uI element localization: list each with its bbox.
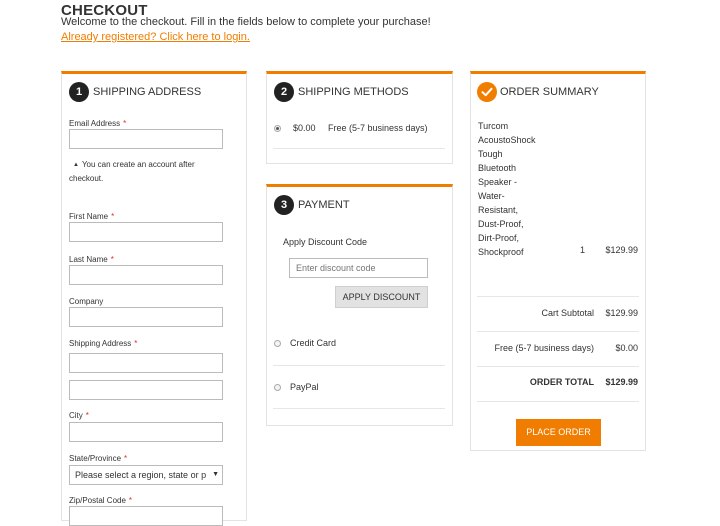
place-order-button[interactable]: PLACE ORDER <box>516 419 601 446</box>
state-select-value: Please select a region, state or p <box>75 470 207 480</box>
step-2-badge: 2 <box>274 82 294 102</box>
order-summary-panel: ORDER SUMMARY Turcom AcoustoShock Tough … <box>470 71 646 451</box>
caret-up-icon: ▲ <box>73 162 79 168</box>
first-name-field[interactable] <box>69 222 223 242</box>
order-total-value: $129.99 <box>605 377 638 387</box>
zip-label: Zip/Postal Code * <box>69 496 133 505</box>
order-total-label: ORDER TOTAL <box>529 377 594 387</box>
shipping-method-price: $0.00 <box>293 123 316 133</box>
company-label: Company <box>69 297 104 306</box>
divider <box>273 408 445 409</box>
login-link[interactable]: Already registered? Click here to login. <box>61 31 250 43</box>
email-field[interactable] <box>69 129 223 149</box>
credit-card-radio[interactable] <box>274 340 281 347</box>
city-field[interactable] <box>69 422 223 442</box>
divider <box>273 148 445 149</box>
order-summary-title: ORDER SUMMARY <box>500 86 599 98</box>
divider <box>477 366 639 367</box>
cart-subtotal-value: $129.99 <box>605 308 638 318</box>
payment-title: PAYMENT <box>298 199 350 211</box>
last-name-label: Last Name * <box>69 255 114 264</box>
credit-card-label[interactable]: Credit Card <box>290 338 336 348</box>
item-price: $129.99 <box>605 245 638 255</box>
apply-discount-button[interactable]: APPLY DISCOUNT <box>335 286 428 308</box>
shipping-methods-title: SHIPPING METHODS <box>298 86 409 98</box>
step-1-badge: 1 <box>69 82 89 102</box>
state-select[interactable]: Please select a region, state or p ▼ <box>69 465 223 485</box>
shipping-cost-label: Free (5-7 business days) <box>494 343 594 353</box>
city-label: City * <box>69 411 89 420</box>
first-name-label: First Name * <box>69 212 115 221</box>
state-label: State/Province * <box>69 454 128 463</box>
item-qty: 1 <box>580 245 586 255</box>
shipping-method-label: Free (5-7 business days) <box>328 123 428 133</box>
shipping-address-title: SHIPPING ADDRESS <box>93 86 202 98</box>
payment-panel: 3 PAYMENT Apply Discount Code APPLY DISC… <box>266 184 453 426</box>
checkmark-icon <box>477 82 497 102</box>
divider <box>477 331 639 332</box>
company-field[interactable] <box>69 307 223 327</box>
cart-subtotal-label: Cart Subtotal <box>541 308 594 318</box>
dropdown-arrow-icon: ▼ <box>212 471 219 478</box>
discount-label: Apply Discount Code <box>283 237 368 247</box>
street-line-2-field[interactable] <box>69 380 223 400</box>
shipping-cost-value: $0.00 <box>615 343 638 353</box>
shipping-method-radio[interactable] <box>274 125 281 132</box>
zip-field[interactable] <box>69 506 223 526</box>
shipping-address-label: Shipping Address * <box>69 339 138 348</box>
divider <box>477 401 639 402</box>
last-name-field[interactable] <box>69 265 223 285</box>
item-name: Turcom AcoustoShock Tough Bluetooth Spea… <box>478 121 536 257</box>
paypal-label[interactable]: PayPal <box>290 382 319 392</box>
welcome-text: Welcome to the checkout. Fill in the fie… <box>61 16 431 28</box>
street-line-1-field[interactable] <box>69 353 223 373</box>
divider <box>477 296 639 297</box>
discount-code-input[interactable] <box>289 258 428 278</box>
required-mark: * <box>123 119 127 128</box>
email-label: Email Address * <box>69 119 127 128</box>
step-3-badge: 3 <box>274 195 294 215</box>
account-hint: ▲ You can create an account after checkou… <box>69 160 195 183</box>
paypal-radio[interactable] <box>274 384 281 391</box>
shipping-address-panel: 1 SHIPPING ADDRESS Email Address * ▲ You c… <box>61 71 247 526</box>
divider <box>273 365 445 366</box>
shipping-methods-panel: 2 SHIPPING METHODS $0.00 Free (5-7 busin… <box>266 71 453 164</box>
